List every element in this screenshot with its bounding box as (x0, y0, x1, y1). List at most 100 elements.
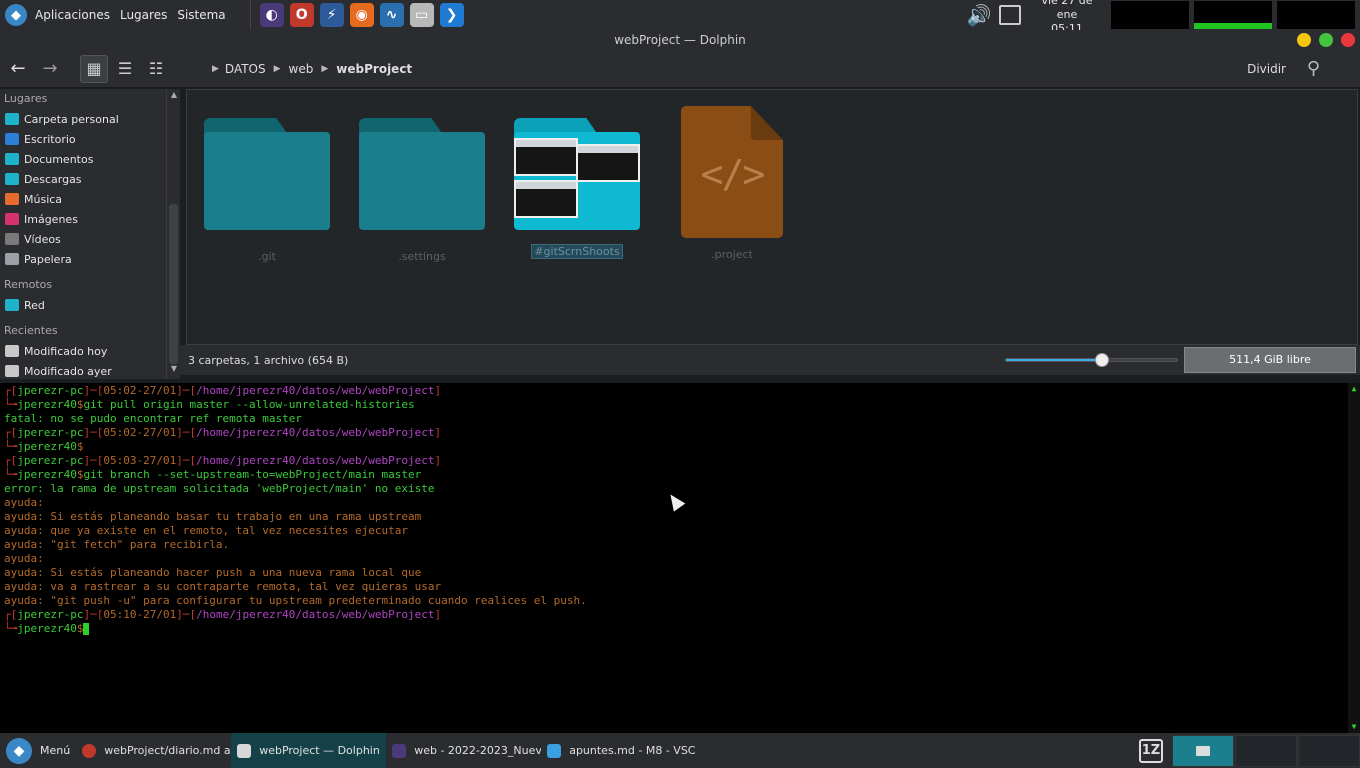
terminal-segment: ] (434, 454, 442, 467)
task-button[interactable]: webProject/diario.md at... (76, 733, 231, 768)
terminal-panel[interactable]: ┌[jperezr-pc]─[05:02-27/01]─[/home/jpere… (0, 383, 1360, 733)
sidebar-item-red[interactable]: Red (0, 295, 180, 315)
terminal-segment: error: la rama de upstream solicitada 'w… (4, 482, 435, 495)
mouse-pointer-icon (664, 490, 686, 512)
zoom-slider-fill (1006, 359, 1102, 361)
terminal-line: ayuda: "git fetch" para recibirla. (4, 538, 587, 552)
breadcrumb-datos[interactable]: DATOS (225, 62, 266, 76)
music-icon (5, 193, 19, 205)
free-space-indicator[interactable]: 511,4 GiB libre (1184, 347, 1356, 373)
zoom-slider[interactable] (1005, 353, 1178, 367)
file-manager-icon[interactable]: ▭ (409, 3, 434, 27)
top-panel: ◆ Aplicaciones Lugares Sistema ◐ O ⚡ ◉ ∿ ▭ ❯ 🔊… (0, 0, 1360, 35)
sidebar-item-escritorio[interactable]: Escritorio (0, 129, 180, 149)
scroll-down-icon[interactable]: ▼ (167, 363, 181, 375)
terminal-segment: └╼ (4, 398, 18, 411)
terminal-segment: 05:10-27/01 (103, 608, 177, 621)
sidebar-scrollbar[interactable]: ▲ ▼ (166, 89, 180, 379)
sidebar-item-documentos[interactable]: Documentos (0, 149, 180, 169)
task-label: apuntes.md - M8 - VSCo... (569, 744, 696, 757)
details-view-button[interactable]: ☷ (142, 55, 170, 83)
file-item-settings[interactable]: .settings (352, 106, 492, 263)
back-arrow-icon[interactable]: ← (4, 55, 32, 83)
sidebar-item-descargas[interactable]: Descargas (0, 169, 180, 189)
task-button[interactable]: webProject — Dolphin (231, 733, 387, 768)
icons-view-button[interactable]: ▦ (80, 54, 108, 83)
window-titlebar[interactable]: webProject — Dolphin (0, 30, 1360, 50)
task-label: web - 2022-2023_Nuev... (414, 744, 542, 757)
keyboard-layout-icon[interactable]: 1Z (1139, 738, 1163, 763)
terminal-segment: jperezr40 (17, 622, 77, 635)
file-item-project[interactable]: </> .project (662, 106, 802, 261)
menu-aplicaciones[interactable]: Aplicaciones (35, 8, 110, 22)
eclipse-icon[interactable]: ◐ (259, 3, 284, 27)
terminal-segment: ayuda: "git push -u" para configurar tu … (4, 594, 587, 607)
scroll-up-icon[interactable]: ▲ (167, 89, 181, 101)
opera-icon[interactable]: O (289, 3, 314, 27)
zoom-slider-handle[interactable] (1094, 353, 1109, 367)
scrollbar-thumb[interactable] (169, 204, 178, 364)
terminal-segment: jperezr-pc (17, 454, 84, 467)
network-tool-icon[interactable]: ⚡ (319, 3, 344, 27)
breadcrumb-separator-icon: ▶ (321, 63, 329, 74)
display-icon[interactable] (999, 5, 1021, 25)
memory-monitor[interactable] (1194, 1, 1272, 29)
trash-icon (5, 253, 19, 265)
scroll-down-icon[interactable]: ▼ (1348, 721, 1360, 733)
status-bar: 3 carpetas, 1 archivo (654 B) 511,4 GiB … (180, 345, 1360, 375)
breadcrumb-web[interactable]: web (289, 62, 314, 76)
sidebar-item-label: Documentos (24, 152, 94, 166)
minimize-button[interactable] (1297, 33, 1311, 47)
compact-view-button[interactable]: ☰ (111, 55, 139, 83)
menu-lugares[interactable]: Lugares (120, 8, 167, 22)
sidebar-item-música[interactable]: Música (0, 189, 180, 209)
vscode-icon (547, 743, 562, 758)
workspace-2[interactable] (1235, 734, 1297, 767)
sidebar-item-carpeta-personal[interactable]: Carpeta personal (0, 109, 180, 129)
system-monitor-icon[interactable]: ∿ (379, 3, 404, 27)
terminal-line: ayuda: Si estás planeando basar tu traba… (4, 510, 587, 524)
menu-sistema[interactable]: Sistema (177, 8, 225, 22)
file-item-git[interactable]: .git (197, 106, 337, 263)
split-button[interactable]: Dividir (1247, 62, 1286, 76)
vscode-icon[interactable]: ❯ (439, 3, 464, 27)
breadcrumb-webproject[interactable]: webProject (336, 62, 412, 76)
maximize-button[interactable] (1319, 33, 1333, 47)
sidebar-item-modificado-ayer[interactable]: Modificado ayer (0, 361, 180, 381)
sidebar-item-papelera[interactable]: Papelera (0, 249, 180, 269)
firefox-icon[interactable]: ◉ (349, 3, 374, 27)
terminal-segment: ayuda: va a rastrear a su contraparte re… (4, 580, 442, 593)
sidebar-item-label: Modificado hoy (24, 344, 108, 358)
task-button[interactable]: web - 2022-2023_Nuev... (386, 733, 541, 768)
distro-logo-icon: ◆ (6, 737, 32, 764)
start-menu-button[interactable]: ◆ Menú (6, 737, 70, 764)
task-button[interactable]: apuntes.md - M8 - VSCo... (541, 733, 696, 768)
terminal-segment: ayuda: (4, 552, 44, 565)
scroll-up-icon[interactable]: ▲ (1348, 383, 1360, 395)
volume-icon[interactable]: 🔊 (963, 0, 995, 30)
workspace-1[interactable] (1172, 734, 1234, 767)
terminal-segment: 05:02-27/01 (103, 426, 177, 439)
terminal-segment: jperezr-pc (17, 426, 84, 439)
terminal-scrollbar[interactable]: ▲ ▼ (1348, 383, 1360, 733)
folder-icon (359, 118, 485, 230)
workspace-3[interactable] (1298, 734, 1360, 767)
network-monitor[interactable] (1277, 1, 1355, 29)
sidebar-item-label: Papelera (24, 252, 72, 266)
close-button[interactable] (1341, 33, 1355, 47)
terminal-line: ayuda: que ya existe en el remoto, tal v… (4, 524, 587, 538)
forward-arrow-icon[interactable]: → (36, 55, 64, 83)
cpu-monitor[interactable] (1111, 1, 1189, 29)
sidebar-item-imágenes[interactable]: Imágenes (0, 209, 180, 229)
sidebar-item-vídeos[interactable]: Vídeos (0, 229, 180, 249)
videos-icon (5, 233, 19, 245)
search-icon[interactable]: ⚲ (1307, 58, 1320, 79)
terminal-line: └╼jperezr40$git branch --set-upstream-to… (4, 468, 587, 482)
file-view[interactable]: .git .settings #gitScrnShoots </> .proje… (186, 89, 1358, 345)
terminal-segment: ┌[ (4, 454, 18, 467)
sidebar-item-modificado-hoy[interactable]: Modificado hoy (0, 341, 180, 361)
terminal-segment: └╼ (4, 468, 18, 481)
distro-logo-icon[interactable]: ◆ (5, 4, 27, 26)
terminal-segment: /home/jperezr40/datos/web/webProject (196, 608, 435, 621)
file-item-gitscrnshoots[interactable]: #gitScrnShoots (507, 106, 647, 259)
